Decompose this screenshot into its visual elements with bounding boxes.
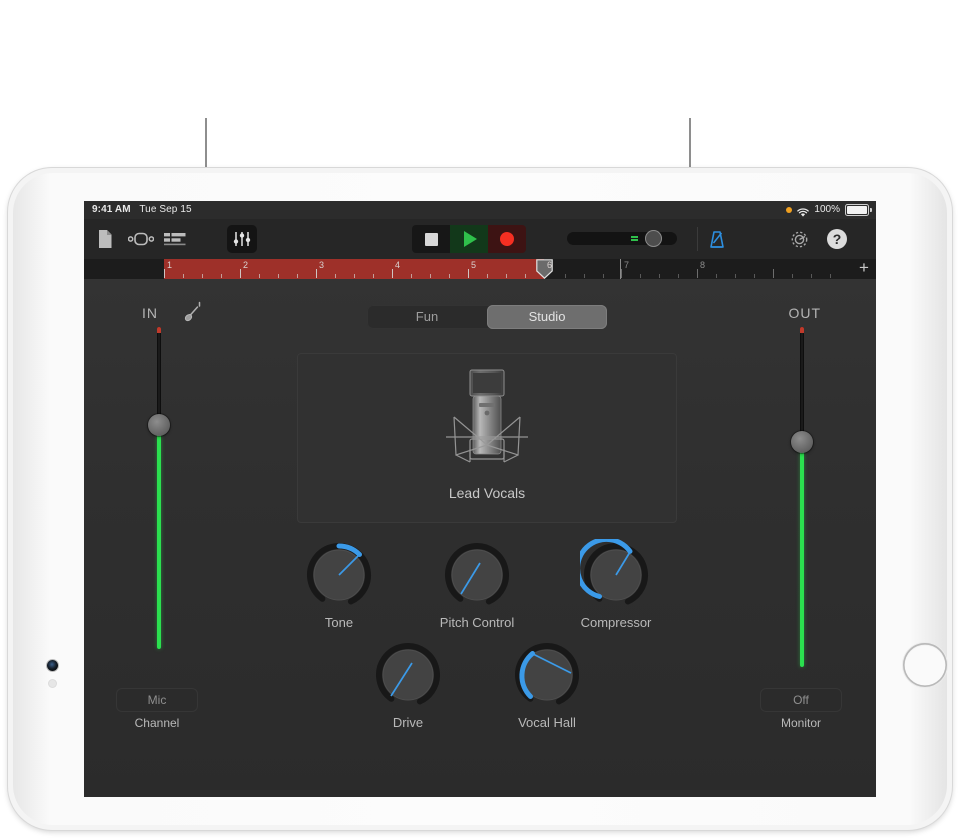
mixer-icon[interactable] <box>227 225 257 253</box>
ruler-bar-label: 1 <box>167 260 172 270</box>
status-time: 9:41 AM <box>92 204 131 215</box>
wifi-icon <box>797 206 809 215</box>
add-track-button[interactable]: + <box>854 258 874 278</box>
output-fader-knob[interactable] <box>791 431 813 453</box>
preset-name: Lead Vocals <box>297 485 677 501</box>
output-title: OUT <box>788 305 821 321</box>
monitor-button[interactable]: Off <box>760 688 842 712</box>
knob-vocal-hall-label: Vocal Hall <box>492 715 602 730</box>
ambient-sensor-icon <box>49 680 56 687</box>
battery-icon <box>845 204 869 216</box>
ruler-bar-label: 3 <box>319 260 324 270</box>
knob-drive-label: Drive <box>353 715 463 730</box>
ruler-bar-label: 2 <box>243 260 248 270</box>
microphone-icon[interactable] <box>184 301 206 323</box>
stop-button[interactable] <box>412 225 450 253</box>
knob-pitch-control-dial[interactable] <box>441 539 513 611</box>
knob-tone-dial[interactable] <box>303 539 375 611</box>
ipad-device: 9:41 AM Tue Sep 15 100% <box>8 168 952 830</box>
play-button[interactable] <box>450 225 488 253</box>
scrubber-knob[interactable] <box>645 230 662 247</box>
app-toolbar: ? <box>84 219 876 260</box>
smart-control-panel: IN Mic Chan <box>84 279 876 797</box>
help-icon[interactable]: ? <box>824 227 850 251</box>
ruler-bar-label: 4 <box>395 260 400 270</box>
loop-browser-icon[interactable] <box>128 227 154 251</box>
status-right: 100% <box>786 201 869 219</box>
document-icon[interactable] <box>92 227 118 251</box>
empty-timeline[interactable] <box>544 259 854 279</box>
monitor-label: Monitor <box>746 716 856 730</box>
knob-vocal-hall-dial[interactable] <box>511 639 583 711</box>
sound-mode-segmented-control: Fun Studio <box>367 305 607 329</box>
ruler-bar-label: 5 <box>471 260 476 270</box>
preset-panel[interactable]: Lead Vocals <box>297 353 677 523</box>
status-bar: 9:41 AM Tue Sep 15 100% <box>84 201 876 219</box>
knob-tone-label: Tone <box>284 615 394 630</box>
status-left: 9:41 AM Tue Sep 15 <box>92 201 192 219</box>
channel-label: Channel <box>102 716 212 730</box>
scrubber-marks-icon <box>631 236 638 242</box>
studio-segment[interactable]: Studio <box>487 305 607 329</box>
knob-compressor-dial[interactable] <box>580 539 652 611</box>
recording-indicator-icon <box>786 207 792 213</box>
ipad-screen: 9:41 AM Tue Sep 15 100% <box>84 201 876 797</box>
output-fader[interactable] <box>800 327 810 667</box>
screenshot-root: 9:41 AM Tue Sep 15 100% <box>0 0 960 838</box>
svg-text:?: ? <box>833 231 842 247</box>
knob-pitch-control-label: Pitch Control <box>422 615 532 630</box>
input-fader[interactable] <box>157 327 167 649</box>
output-fader-peak <box>800 327 804 333</box>
knob-drive-dial[interactable] <box>372 639 444 711</box>
knob-compressor-label: Compressor <box>561 615 671 630</box>
channel-button[interactable]: Mic <box>116 688 198 712</box>
home-button[interactable] <box>903 643 947 687</box>
knob-drive[interactable]: Drive <box>353 639 463 730</box>
record-button[interactable] <box>488 225 526 253</box>
transport-controls <box>412 225 526 253</box>
ruler-bar-label: 8 <box>700 260 705 270</box>
track-view-icon[interactable] <box>162 227 188 251</box>
status-date: Tue Sep 15 <box>139 204 191 215</box>
input-fader-level <box>157 423 161 649</box>
toolbar-divider <box>697 227 698 251</box>
knob-pitch-control[interactable]: Pitch Control <box>422 539 532 630</box>
metronome-icon[interactable] <box>704 227 730 251</box>
ruler-playhead-label: 6 <box>547 260 552 270</box>
input-fader-knob[interactable] <box>148 414 170 436</box>
knob-compressor[interactable]: Compressor <box>561 539 671 630</box>
condenser-microphone-icon <box>432 367 542 490</box>
timeline-ruler[interactable]: 1 2 3 4 5 6 <box>84 259 876 279</box>
battery-percent: 100% <box>814 201 840 219</box>
fun-segment[interactable]: Fun <box>367 305 487 329</box>
input-fader-peak <box>157 327 161 333</box>
input-title: IN <box>142 305 158 321</box>
output-fader-level <box>800 440 804 667</box>
settings-gear-icon[interactable] <box>786 227 812 251</box>
front-camera-icon <box>47 660 58 671</box>
ruler-bar-label: 7 <box>624 260 629 270</box>
knob-vocal-hall[interactable]: Vocal Hall <box>492 639 602 730</box>
knob-tone[interactable]: Tone <box>284 539 394 630</box>
playhead-scrubber[interactable] <box>567 232 677 245</box>
